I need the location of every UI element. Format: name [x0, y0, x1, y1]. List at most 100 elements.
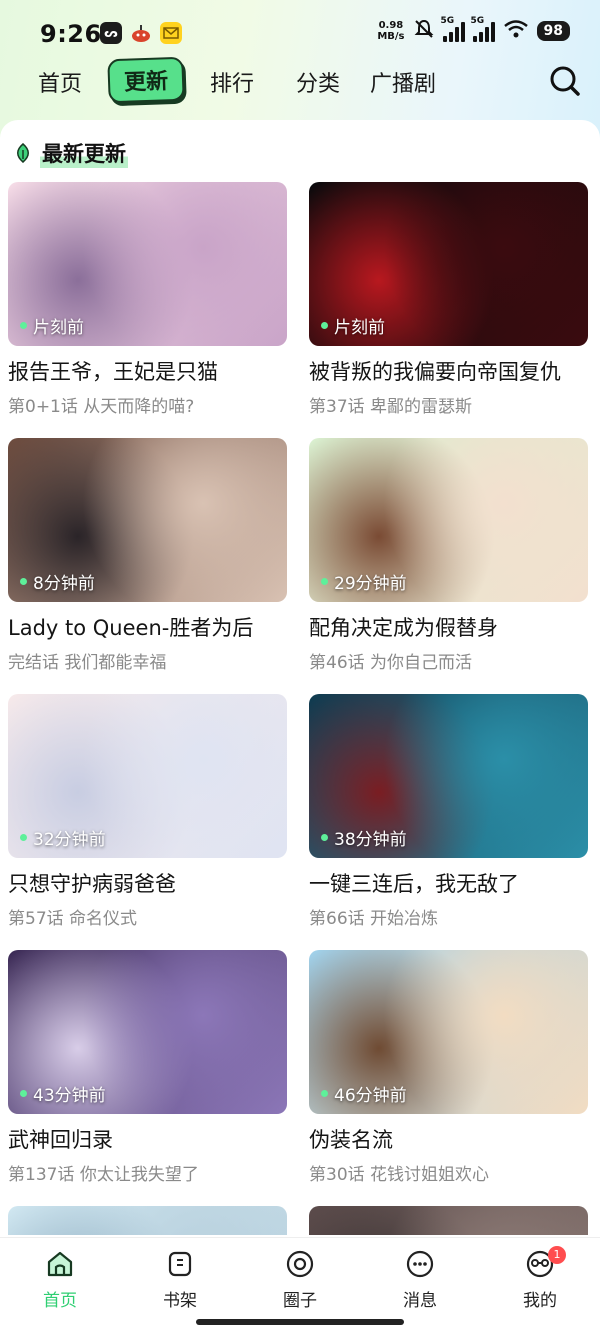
- tab-audio-drama[interactable]: 广播剧: [370, 66, 436, 98]
- tab-updates[interactable]: 更新: [107, 56, 185, 104]
- update-time-badge: 32分钟前: [20, 825, 106, 850]
- update-time-badge: 38分钟前: [321, 825, 407, 850]
- comic-title[interactable]: 一键三连后，我无敌了: [309, 868, 589, 898]
- status-right: 0.98 MB/s 5G 5G 98: [377, 16, 570, 44]
- tab-ranking[interactable]: 排行: [210, 66, 254, 98]
- battery-indicator: 98: [536, 21, 570, 41]
- comic-cover[interactable]: 46分钟前: [309, 950, 588, 1114]
- status-dot-icon: [321, 1090, 328, 1097]
- comic-cover[interactable]: 29分钟前: [309, 438, 588, 602]
- comic-title[interactable]: 伪装名流: [309, 1124, 589, 1154]
- comic-card[interactable]: 8分钟前 Lady to Queen-胜者为后完结话 我们都能幸福: [8, 438, 288, 673]
- section-header: 最新更新: [12, 138, 128, 168]
- comic-latest-chapter: 第30话 花钱讨姐姐欢心: [309, 1165, 490, 1185]
- comic-latest-chapter: 第37话 卑鄙的雷瑟斯: [309, 397, 473, 417]
- home-icon: [47, 1251, 73, 1277]
- status-dot-icon: [20, 578, 27, 585]
- comic-cover[interactable]: 片刻前: [8, 182, 287, 346]
- comic-title[interactable]: 报告王爷，王妃是只猫: [8, 356, 288, 386]
- network-speed-unit: MB/s: [377, 31, 405, 42]
- update-time: 32分钟前: [33, 830, 106, 850]
- top-nav: 首页 更新 排行 分类 广播剧: [0, 56, 600, 106]
- bottom-tab-circle[interactable]: 圈子: [260, 1248, 340, 1311]
- mute-icon: [413, 18, 435, 44]
- bottom-tab-profile-label: 我的: [523, 1291, 557, 1311]
- notification-badge: 1: [548, 1246, 566, 1264]
- update-time: 29分钟前: [334, 574, 407, 594]
- comic-latest-chapter: 完结话 我们都能幸福: [8, 653, 167, 673]
- comic-card[interactable]: 43分钟前武神回归录第137话 你太让我失望了: [8, 950, 288, 1185]
- mail-notification-icon: [160, 22, 182, 44]
- bottom-tab-bookshelf-label: 书架: [163, 1291, 197, 1311]
- comic-card[interactable]: 29分钟前配角决定成为假替身第46话 为你自己而活: [309, 438, 589, 673]
- sim1-label: 5G: [440, 16, 455, 26]
- update-time: 片刻前: [33, 318, 84, 338]
- comic-card[interactable]: 片刻前报告王爷，王妃是只猫第0+1话 从天而降的喵?: [8, 182, 288, 417]
- comic-cover[interactable]: 32分钟前: [8, 694, 287, 858]
- search-icon: [550, 66, 580, 96]
- comic-card[interactable]: 片刻前被背叛的我偏要向帝国复仇第37话 卑鄙的雷瑟斯: [309, 182, 589, 417]
- comic-latest-chapter: 第57话 命名仪式: [8, 909, 138, 929]
- circle-icon: [286, 1250, 314, 1278]
- comic-latest-chapter: 第0+1话 从天而降的喵?: [8, 397, 195, 417]
- signal-icon-sim2: 5G: [471, 16, 495, 42]
- update-time: 46分钟前: [334, 1086, 407, 1106]
- comic-card[interactable]: 38分钟前 一键三连后，我无敌了 第66话 开始冶炼: [309, 694, 589, 929]
- wifi-icon: [503, 19, 529, 43]
- status-bar: 9:26 ᔕ 0.98 MB/s 5G 5G 98: [0, 0, 600, 64]
- comic-cover[interactable]: 8分钟前: [8, 438, 287, 602]
- comic-cover[interactable]: 片刻前: [309, 182, 588, 346]
- update-time: 8分钟前: [33, 574, 95, 594]
- status-time: 9:26: [40, 20, 102, 48]
- status-dot-icon: [20, 834, 27, 841]
- bottom-tab-home-label: 首页: [43, 1291, 77, 1311]
- bottom-tab-profile[interactable]: 1 我的: [500, 1246, 580, 1311]
- comic-latest-chapter: 第46话 为你自己而活: [309, 653, 473, 673]
- bottom-tab-messages[interactable]: 消息: [380, 1248, 460, 1311]
- comic-title[interactable]: 武神回归录: [8, 1124, 288, 1154]
- bottom-tab-home[interactable]: 首页: [20, 1248, 100, 1311]
- bottom-tab-bookshelf[interactable]: 书架: [140, 1248, 220, 1311]
- bottom-tab-circle-label: 圈子: [283, 1291, 317, 1311]
- sim2-label: 5G: [470, 16, 485, 26]
- comic-title[interactable]: 只想守护病弱爸爸: [8, 868, 288, 898]
- app-notification-icon: ᔕ: [100, 22, 122, 44]
- comic-latest-chapter: 第137话 你太让我失望了: [8, 1165, 199, 1185]
- message-icon: [406, 1250, 434, 1278]
- status-dot-icon: [321, 322, 328, 329]
- tab-home[interactable]: 首页: [38, 66, 82, 98]
- update-time: 43分钟前: [33, 1086, 106, 1106]
- signal-icon-sim1: 5G: [441, 16, 465, 42]
- comic-cover[interactable]: 38分钟前: [309, 694, 588, 858]
- update-time-badge: 43分钟前: [20, 1081, 106, 1106]
- game-notification-icon: [130, 22, 152, 44]
- update-time: 片刻前: [334, 318, 385, 338]
- network-speed-value: 0.98: [378, 20, 404, 31]
- comic-title[interactable]: 被背叛的我偏要向帝国复仇: [309, 356, 589, 386]
- search-button[interactable]: [548, 64, 582, 98]
- comic-card[interactable]: [309, 1206, 589, 1235]
- content-panel: 最新更新 片刻前 报告王爷，王妃是只猫 第0+1话 从天而降的喵? 片刻前 被背叛的我偏…: [0, 120, 600, 1235]
- comic-card[interactable]: 32分钟前只想守护病弱爸爸第57话 命名仪式: [8, 694, 288, 929]
- status-dot-icon: [20, 322, 27, 329]
- comic-cover[interactable]: 43分钟前: [8, 950, 287, 1114]
- status-dot-icon: [321, 834, 328, 841]
- comic-card[interactable]: 46分钟前伪装名流第30话 花钱讨姐姐欢心: [309, 950, 589, 1185]
- update-time-badge: 46分钟前: [321, 1081, 407, 1106]
- comic-cover[interactable]: [309, 1206, 588, 1235]
- update-time-badge: 片刻前: [321, 313, 385, 338]
- update-time-badge: 片刻前: [20, 313, 84, 338]
- home-indicator: [196, 1319, 404, 1325]
- comic-title[interactable]: Lady to Queen-胜者为后: [8, 612, 288, 642]
- comic-cover[interactable]: [8, 1206, 287, 1235]
- tab-categories[interactable]: 分类: [296, 66, 340, 98]
- update-time: 38分钟前: [334, 830, 407, 850]
- bottom-tab-messages-label: 消息: [403, 1291, 437, 1311]
- comic-card[interactable]: [8, 1206, 288, 1235]
- comic-title[interactable]: 配角决定成为假替身: [309, 612, 589, 642]
- section-title: 最新更新: [40, 138, 128, 168]
- status-dot-icon: [321, 578, 328, 585]
- status-dot-icon: [20, 1090, 27, 1097]
- bookshelf-icon: [168, 1251, 192, 1277]
- update-time-badge: 29分钟前: [321, 569, 407, 594]
